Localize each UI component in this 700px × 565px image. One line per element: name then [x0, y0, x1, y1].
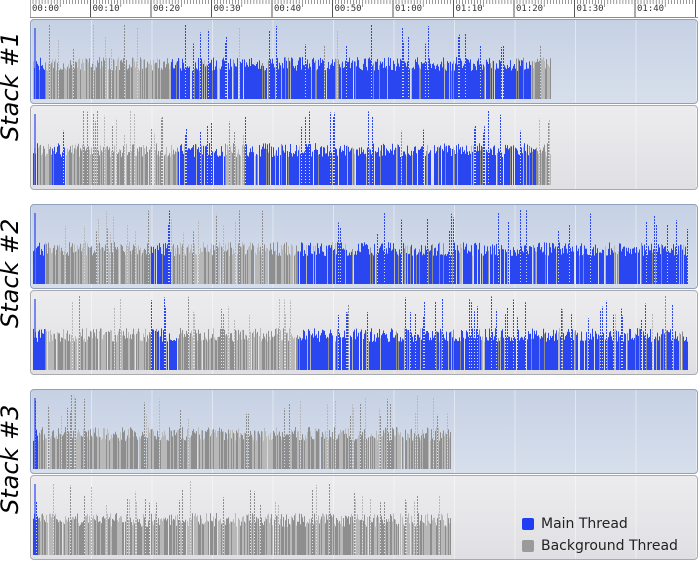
legend: Main Thread Background Thread	[522, 513, 692, 557]
thread-activity-chart	[31, 106, 697, 189]
stack-1-main-panel[interactable]	[30, 19, 698, 104]
ruler-tick-label: 01:20	[516, 4, 544, 14]
thread-activity-chart	[31, 291, 697, 374]
legend-label-main-thread: Main Thread	[541, 516, 628, 532]
ruler-tick-label: 01:30	[576, 4, 604, 14]
thread-activity-chart	[31, 390, 697, 473]
timeline-ruler[interactable]: 00:00 00:10 00:20 00:30 00:40 00:50 01:00 01:10…	[30, 0, 698, 18]
thread-activity-chart	[31, 20, 697, 103]
stack-2-label: Stack #2	[0, 218, 24, 328]
legend-label-background-thread: Background Thread	[541, 538, 678, 554]
ruler-tick-label: 00:30	[213, 4, 241, 14]
stack-3-main-panel[interactable]	[30, 389, 698, 474]
ruler-tick-label: 00:10	[92, 4, 120, 14]
background-thread-swatch-icon	[522, 540, 534, 552]
ruler-tick-label: 00:00	[32, 4, 60, 14]
stack-1-secondary-panel[interactable]	[30, 105, 698, 190]
stack-3-label: Stack #3	[0, 404, 24, 514]
ruler-tick-label: 00:20	[153, 4, 181, 14]
stack-1-label: Stack #1	[0, 31, 24, 141]
ruler-tick-label: 01:10	[455, 4, 483, 14]
ruler-tick-label: 00:50	[334, 4, 362, 14]
ruler-tick-label: 00:40	[274, 4, 302, 14]
main-thread-swatch-icon	[522, 518, 534, 530]
thread-activity-chart	[31, 205, 697, 288]
stack-2-secondary-panel[interactable]	[30, 290, 698, 375]
ruler-tick-label: 01:00	[395, 4, 423, 14]
stack-2-main-panel[interactable]	[30, 204, 698, 289]
ruler-tick-label: 01:40	[637, 4, 665, 14]
